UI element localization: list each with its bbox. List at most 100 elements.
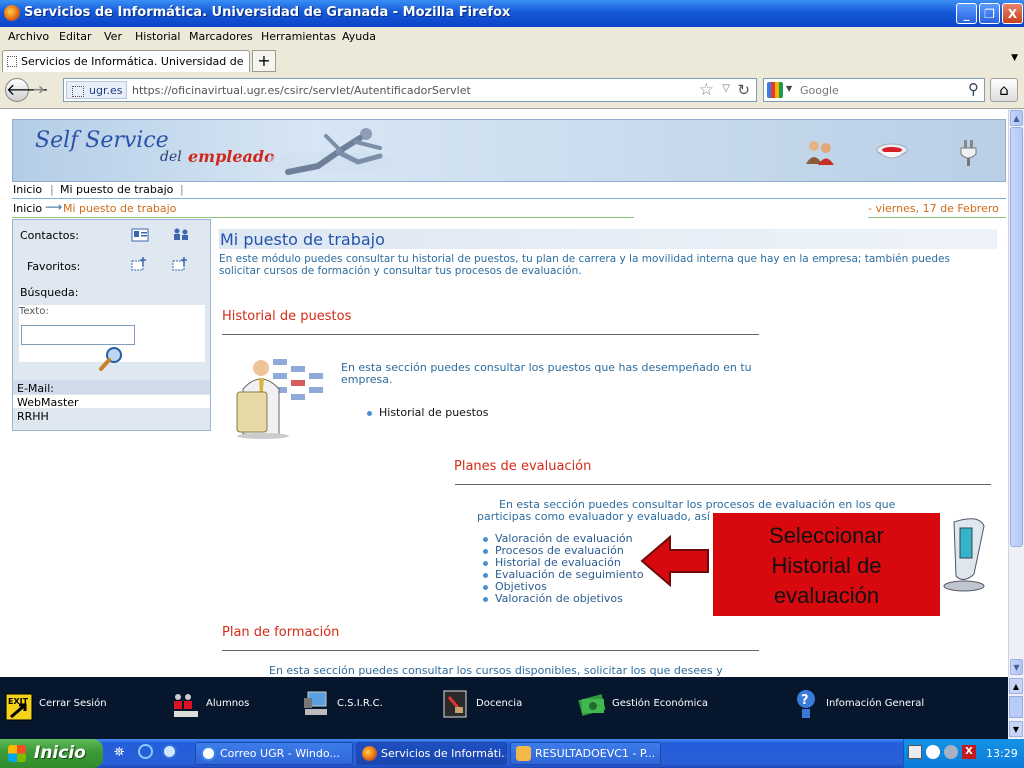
nav-link-inicio[interactable]: Inicio (13, 183, 42, 196)
intro-text: En este módulo puedes consultar tu histo… (219, 253, 950, 277)
back-button[interactable]: 🡐 (5, 78, 49, 102)
close-button[interactable]: X (1002, 3, 1023, 24)
menu-historial[interactable]: Historial (135, 30, 180, 43)
magnifier-icon[interactable] (97, 345, 125, 373)
search-text-input[interactable] (21, 325, 135, 345)
formacion-text: En esta sección puedes consultar los cur… (269, 664, 723, 677)
scroll-thumb[interactable] (1009, 696, 1023, 718)
divider (455, 484, 991, 485)
breadcrumb-arrow-icon: ⟶ (45, 200, 63, 214)
search-bar[interactable]: ▼ Google ⚲ (763, 78, 985, 102)
bottom-link-docencia[interactable]: Docencia (476, 698, 522, 709)
quicklaunch-ie-icon[interactable] (138, 744, 153, 759)
tab-list-chevron-icon[interactable]: ▼ (1011, 53, 1018, 63)
menu-marcadores[interactable]: Marcadores (189, 30, 253, 43)
menu-ayuda[interactable]: Ayuda (342, 30, 376, 43)
scroll-up-icon[interactable]: ▲ (1009, 678, 1023, 694)
quicklaunch-desktop-icon[interactable]: ⛯ (114, 745, 124, 760)
window-title: Servicios de Informática. Universidad de… (24, 5, 511, 20)
maximize-button[interactable]: ❐ (979, 3, 1000, 24)
email-link-rrhh[interactable]: RRHH (17, 410, 49, 423)
contact-card-icon[interactable] (131, 228, 149, 242)
url-text[interactable]: https://oficinavirtual.ugr.es/csirc/serv… (132, 84, 471, 97)
url-dropdown-icon[interactable]: ▽ (722, 83, 730, 94)
text-label: Texto: (19, 306, 49, 317)
document-icon (516, 746, 531, 761)
banner-subtitle-del: del (160, 149, 182, 165)
search-section-label: Búsqueda: (20, 286, 79, 299)
start-button[interactable]: Inicio (0, 739, 103, 768)
tray-alert-icon[interactable]: X (962, 745, 976, 759)
bottom-link-informacion-general[interactable]: Infomación General (826, 698, 924, 709)
menu-herramientas[interactable]: Herramientas (261, 30, 336, 43)
info-icon[interactable]: ? (792, 689, 820, 719)
tray-panda-icon[interactable] (926, 745, 940, 759)
quicklaunch-browser-icon[interactable] (162, 744, 177, 759)
bottom-link-csirc[interactable]: C.S.I.R.C. (337, 698, 383, 709)
tab-servicios[interactable]: Servicios de Informática. Universidad de… (2, 50, 250, 72)
divider (222, 650, 759, 651)
scroll-thumb[interactable] (1010, 127, 1023, 547)
link-valoracion-objetivos[interactable]: Valoración de objetivos (481, 593, 644, 605)
computer-icon[interactable] (302, 689, 330, 719)
new-tab-button[interactable]: + (252, 50, 276, 72)
historial-heading: Historial de puestos (222, 309, 352, 324)
page-icon (7, 56, 17, 67)
favorite-edit-icon[interactable] (172, 257, 190, 271)
menu-ver[interactable]: Ver (104, 30, 122, 43)
page-icon (72, 86, 84, 97)
search-input[interactable]: Google (800, 84, 839, 97)
home-button[interactable]: ⌂ (990, 78, 1018, 102)
callout-line-2: Historial de (771, 553, 882, 578)
firefox-icon (4, 5, 20, 21)
bottom-frame-scrollbar[interactable]: ▲ ▼ (1008, 677, 1024, 739)
system-tray: X 13:29 (903, 739, 1024, 768)
bottom-link-gestion-economica[interactable]: Gestión Económica (612, 698, 708, 709)
callout-line-3: evaluación (773, 583, 880, 608)
teaching-icon[interactable] (441, 689, 469, 719)
bottom-link-alumnos[interactable]: Alumnos (206, 698, 249, 709)
historial-text: En esta sección puedes consultar los pue… (341, 361, 752, 386)
taskbar-item-resultado[interactable]: RESULTADOEVC1 - P... (510, 742, 661, 765)
bottom-link-cerrar-sesion[interactable]: Cerrar Sesión (39, 698, 107, 709)
scroll-down-icon[interactable]: ▼ (1010, 659, 1023, 675)
scroll-up-icon[interactable]: ▲ (1010, 110, 1023, 126)
students-icon[interactable] (172, 689, 200, 719)
menu-editar[interactable]: Editar (59, 30, 92, 43)
reload-icon[interactable]: ↻ (737, 81, 750, 99)
exit-icon[interactable]: EXIT (5, 693, 33, 721)
minimize-button[interactable]: _ (956, 3, 977, 24)
site-identity-button[interactable]: ugr.es (66, 81, 128, 99)
contact-group-icon[interactable] (172, 227, 190, 241)
bookmark-star-icon[interactable]: ☆ (699, 80, 714, 100)
nav-link-mi-puesto[interactable]: Mi puesto de trabajo (60, 183, 173, 196)
forward-button[interactable]: ➔ (33, 82, 45, 98)
search-engine-dropdown-icon[interactable]: ▼ (786, 84, 792, 93)
email-link-webmaster[interactable]: WebMaster (17, 396, 79, 409)
menu-archivo[interactable]: Archivo (8, 30, 49, 43)
scroll-down-icon[interactable]: ▼ (1009, 721, 1023, 737)
taskbar-item-servicios[interactable]: Servicios de Informáti... (356, 742, 507, 765)
tray-network-icon[interactable] (908, 745, 922, 759)
menu-bar: Archivo Editar Ver Historial Marcadores … (0, 27, 1024, 47)
firefox-icon (362, 746, 377, 761)
taskbar-item-label: RESULTADOEVC1 - P... (535, 747, 656, 760)
taskbar-item-correo[interactable]: Correo UGR - Windo... (195, 742, 353, 765)
nav-separator: | (180, 183, 184, 196)
clock: 13:29 (986, 747, 1018, 760)
sidebar: Contactos: Favoritos: Búsqueda: Texto: E… (12, 219, 211, 431)
site-badge-label: ugr.es (89, 84, 123, 97)
breadcrumb-home[interactable]: Inicio (13, 202, 42, 215)
google-icon[interactable] (767, 82, 783, 98)
url-bar[interactable]: ugr.es https://oficinavirtual.ugr.es/csi… (63, 78, 757, 102)
money-icon[interactable] (578, 689, 606, 719)
tray-disc-icon[interactable] (944, 745, 958, 759)
person-chart-icon (236, 359, 323, 439)
favorite-add-icon[interactable] (131, 257, 149, 271)
search-icon[interactable]: ⚲ (968, 80, 979, 98)
vertical-scrollbar[interactable]: ▲ ▼ (1008, 109, 1024, 677)
window-title-bar: Servicios de Informática. Universidad de… (0, 0, 1024, 27)
ie-icon (201, 746, 216, 761)
link-historial-puestos[interactable]: Historial de puestos (365, 407, 488, 419)
gauge-machine-icon (943, 518, 985, 592)
